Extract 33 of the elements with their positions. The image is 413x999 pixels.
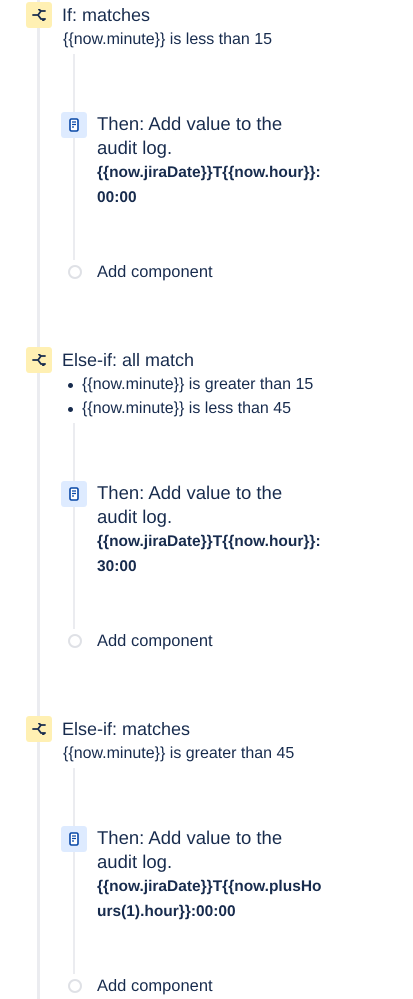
action-button[interactable]: [61, 826, 87, 852]
add-circle-icon: [68, 265, 82, 279]
action-value: {{now.jiraDate}}T{{now.hour}}:00:00: [97, 163, 322, 208]
add-circle-icon: [68, 634, 82, 648]
action-label: Then: Add value to the audit log.: [97, 112, 284, 160]
action-button[interactable]: [61, 112, 87, 138]
condition-text: {{now.minute}} is greater than 15: [82, 375, 314, 395]
condition-title: If: matches: [62, 4, 150, 27]
action-value: {{now.jiraDate}}T{{now.plusHours(1).hour}}:00:00: [97, 877, 322, 922]
document-icon: [69, 118, 79, 132]
condition-title: Else-if: all match: [62, 349, 194, 372]
action-button[interactable]: [61, 481, 87, 507]
condition-text: {{now.minute}} is less than 45: [82, 399, 292, 419]
action-value: {{now.jiraDate}}T{{now.hour}}:30:00: [97, 532, 322, 577]
add-component-link[interactable]: Add component: [97, 974, 213, 998]
bullet-icon: [68, 382, 73, 388]
condition-title: Else-if: matches: [62, 718, 190, 741]
branch-button[interactable]: [26, 2, 52, 28]
document-icon: [69, 832, 79, 846]
branch-icon: [32, 723, 46, 735]
add-circle-icon: [68, 979, 82, 993]
action-label: Then: Add value to the audit log.: [97, 826, 284, 874]
add-component-link[interactable]: Add component: [97, 260, 213, 284]
branch-icon: [32, 354, 46, 366]
condition-text: {{now.minute}} is greater than 45: [63, 744, 296, 764]
bullet-icon: [68, 406, 73, 412]
branch-button[interactable]: [26, 347, 52, 373]
action-label: Then: Add value to the audit log.: [97, 481, 284, 529]
branch-icon: [32, 9, 46, 21]
document-icon: [69, 487, 79, 501]
branch-button[interactable]: [26, 716, 52, 742]
condition-text: {{now.minute}} is less than 15: [63, 30, 274, 50]
add-component-link[interactable]: Add component: [97, 629, 213, 653]
